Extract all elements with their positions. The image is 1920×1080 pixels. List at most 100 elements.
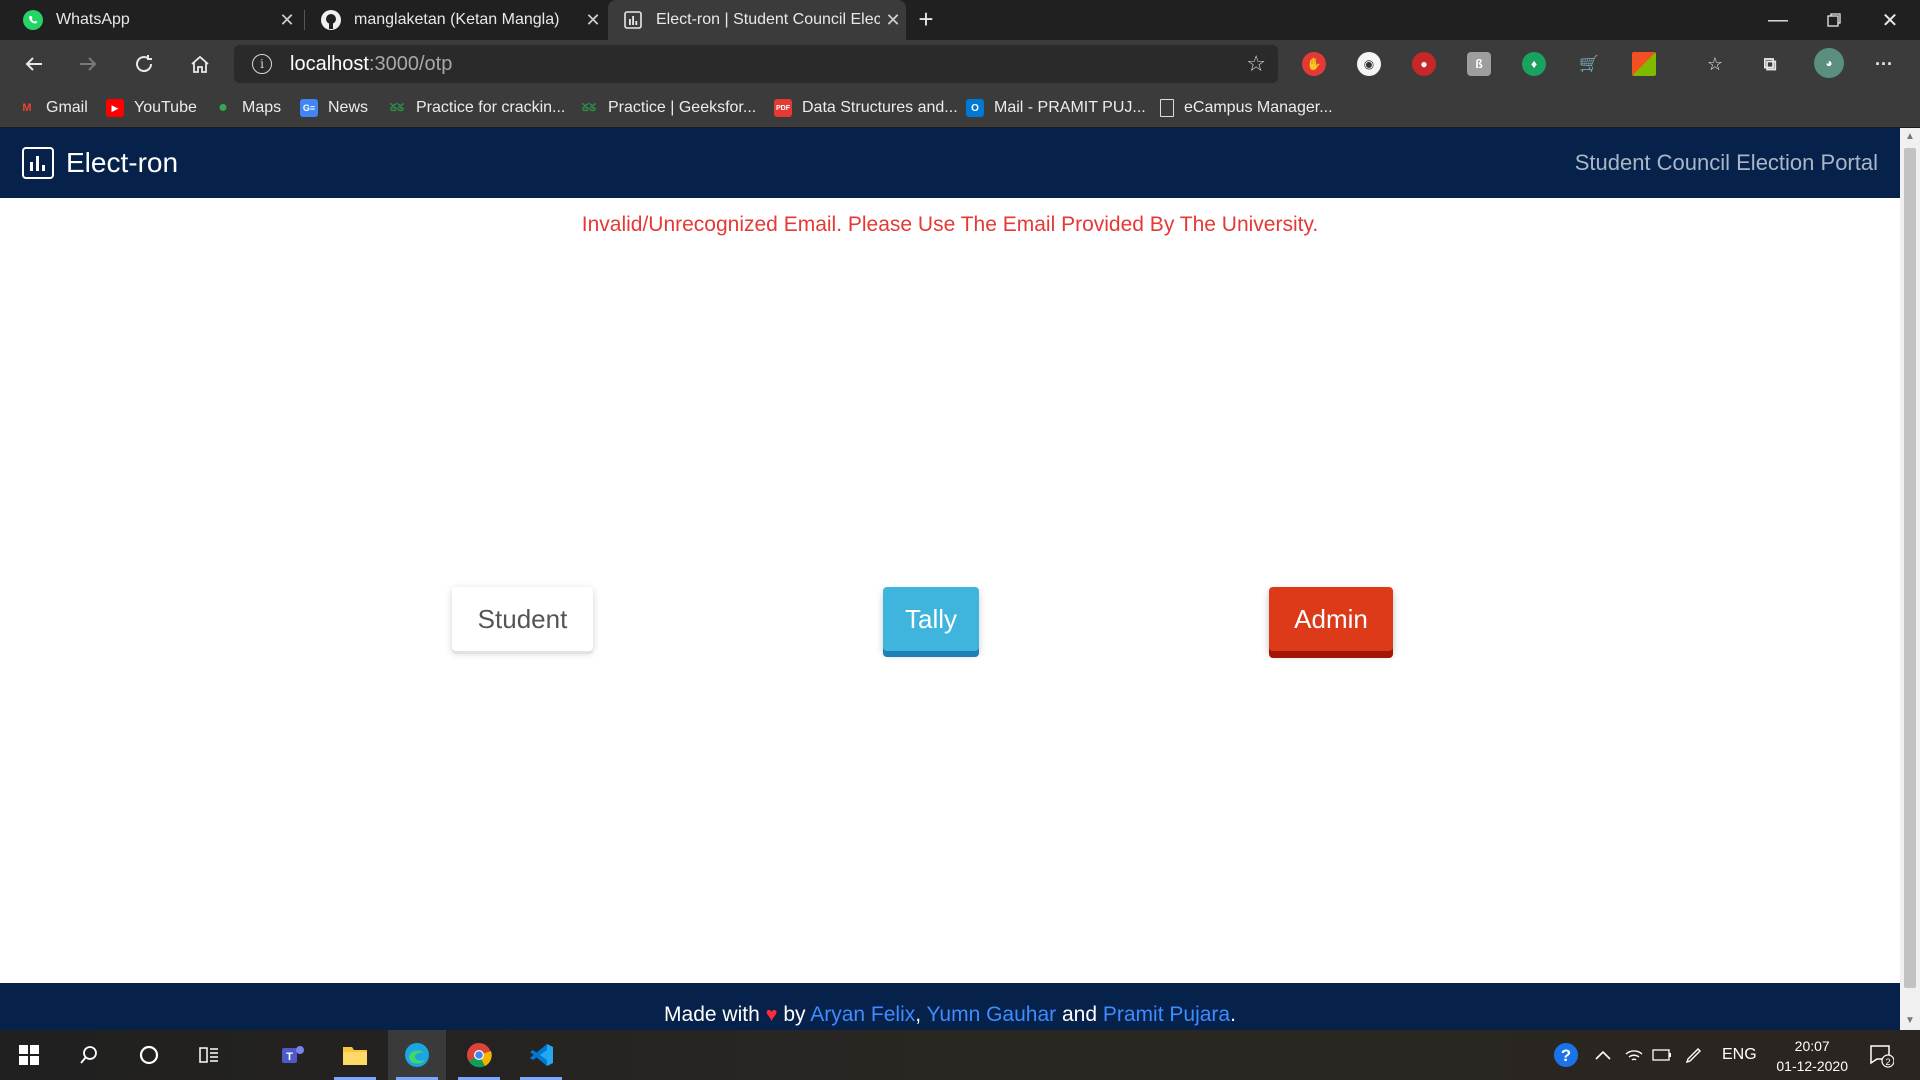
pdf-icon: PDF: [774, 99, 792, 117]
github-icon: [320, 9, 342, 31]
footer-comma: ,: [915, 1003, 922, 1026]
svg-text:?: ?: [1561, 1046, 1571, 1065]
extension-icon[interactable]: [1632, 52, 1656, 76]
close-tab-icon[interactable]: ✕: [274, 10, 300, 31]
outlook-icon: O: [966, 99, 984, 117]
scroll-down-icon[interactable]: ▼: [1900, 1012, 1920, 1030]
tally-button[interactable]: Tally: [883, 587, 979, 651]
news-icon: G≡: [300, 99, 318, 117]
language-indicator[interactable]: ENG: [1722, 1030, 1757, 1080]
cortana-icon[interactable]: [120, 1030, 178, 1080]
tab-github[interactable]: manglaketan (Ketan Mangla) ✕: [306, 0, 606, 40]
help-icon[interactable]: ?: [1552, 1030, 1580, 1080]
bookmark-youtube[interactable]: ▶ YouTube: [106, 96, 197, 120]
bookmark-label: News: [328, 99, 369, 116]
pen-icon[interactable]: [1684, 1030, 1704, 1080]
clock-date: 01-12-2020: [1776, 1058, 1848, 1074]
new-tab-icon[interactable]: +: [912, 4, 940, 36]
svg-text:T: T: [286, 1051, 293, 1063]
scroll-up-icon[interactable]: ▲: [1900, 128, 1920, 146]
tab-divider: [304, 10, 305, 30]
whatsapp-icon: [22, 9, 44, 31]
bookmark-gmail[interactable]: M Gmail: [18, 96, 88, 120]
tab-title: WhatsApp: [56, 11, 130, 28]
extension-icon[interactable]: ◉: [1357, 52, 1381, 76]
favorite-star-icon[interactable]: ☆: [1246, 51, 1266, 77]
bookmark-mail[interactable]: O Mail - PRAMIT PUJ...: [966, 96, 1146, 120]
close-tab-icon[interactable]: ✕: [880, 10, 906, 31]
restore-icon[interactable]: [1806, 0, 1862, 40]
edge-icon[interactable]: [388, 1030, 446, 1080]
adblock-extension-icon[interactable]: ✋: [1302, 52, 1326, 76]
close-tab-icon[interactable]: ✕: [580, 10, 606, 31]
tab-title: Elect-ron | Student Council Electi: [656, 11, 880, 28]
vscode-icon[interactable]: [512, 1030, 570, 1080]
author-link-aryan[interactable]: Aryan Felix: [810, 1003, 915, 1026]
cart-icon[interactable]: 🛒: [1577, 52, 1601, 76]
bookmark-label: Data Structures and...: [802, 99, 958, 116]
teams-icon[interactable]: T: [264, 1030, 322, 1080]
url-path: :3000/otp: [368, 52, 453, 75]
chrome-icon[interactable]: [450, 1030, 508, 1080]
bookmark-label: Practice | Geeksfor...: [608, 99, 757, 116]
bookmark-label: Maps: [242, 99, 282, 116]
page-footer: Made with ♥ by Aryan Felix, Yumn Gauhar …: [0, 983, 1900, 1030]
youtube-icon: ▶: [106, 99, 124, 117]
gfg-icon: ᘜᘜ: [581, 101, 597, 114]
windows-taskbar: T ? ENG 20:07 01-12-2020 2: [0, 1030, 1920, 1080]
collections-icon[interactable]: ⧉: [1758, 52, 1782, 76]
refresh-icon[interactable]: [126, 48, 162, 80]
page-icon: [1160, 99, 1174, 117]
show-hidden-icons-icon[interactable]: [1594, 1030, 1612, 1080]
bookmark-data-structures[interactable]: PDF Data Structures and...: [774, 96, 958, 120]
bookmark-label: Gmail: [46, 99, 88, 116]
brand-name: Elect-ron: [66, 147, 179, 178]
windows-start-icon[interactable]: [0, 1030, 58, 1080]
bar-chart-icon: [22, 147, 54, 179]
task-view-icon[interactable]: [180, 1030, 238, 1080]
favorites-icon[interactable]: ☆: [1703, 52, 1727, 76]
page-scrollbar[interactable]: ▲ ▼: [1900, 128, 1920, 1030]
profile-avatar[interactable]: ◕: [1814, 48, 1844, 78]
tab-electron[interactable]: Elect-ron | Student Council Electi ✕: [608, 0, 906, 40]
bookmark-label: Practice for crackin...: [416, 99, 566, 116]
browser-toolbar: i localhost :3000/otp ☆ ✋ ◉ ● ß ♦ 🛒 ☆ ⧉ …: [0, 40, 1920, 88]
gmail-icon: M: [22, 102, 32, 114]
bookmark-gfg-1[interactable]: ᘜᘜ Practice for crackin...: [388, 96, 566, 120]
footer-period: .: [1230, 1003, 1236, 1026]
forward-icon[interactable]: [70, 48, 106, 80]
author-link-yumn[interactable]: Yumn Gauhar: [927, 1003, 1057, 1026]
portal-title: Student Council Election Portal: [1574, 150, 1878, 175]
battery-icon[interactable]: [1652, 1030, 1672, 1080]
error-message: Invalid/Unrecognized Email. Please Use T…: [581, 213, 1319, 236]
back-icon[interactable]: [16, 48, 52, 80]
browser-tab-strip: WhatsApp ✕ manglaketan (Ketan Mangla) ✕ …: [0, 0, 1920, 40]
extension-icon[interactable]: ●: [1412, 52, 1436, 76]
tab-whatsapp[interactable]: WhatsApp ✕: [0, 0, 300, 40]
more-menu-icon[interactable]: ···: [1872, 52, 1896, 76]
home-icon[interactable]: [182, 48, 218, 80]
close-window-icon[interactable]: ✕: [1862, 0, 1918, 40]
bookmark-gfg-2[interactable]: ᘜᘜ Practice | Geeksfor...: [580, 96, 756, 120]
notification-count: 2: [1885, 1057, 1890, 1067]
wifi-icon[interactable]: [1624, 1030, 1644, 1080]
clock[interactable]: 20:07 01-12-2020: [1776, 1036, 1848, 1076]
search-icon[interactable]: [60, 1030, 118, 1080]
file-explorer-icon[interactable]: [326, 1030, 384, 1080]
address-bar[interactable]: i localhost :3000/otp ☆: [234, 45, 1278, 83]
bookmark-ecampus[interactable]: eCampus Manager...: [1160, 96, 1333, 120]
bookmark-label: eCampus Manager...: [1184, 99, 1333, 116]
author-link-pramit[interactable]: Pramit Pujara: [1103, 1003, 1230, 1026]
bookmark-news[interactable]: G≡ News: [300, 96, 368, 120]
brand-link[interactable]: Elect-ron: [22, 147, 178, 179]
extension-icon[interactable]: ß: [1467, 52, 1491, 76]
bookmark-maps[interactable]: ● Maps: [214, 96, 281, 120]
maps-icon: ●: [218, 99, 228, 116]
admin-button[interactable]: Admin: [1269, 587, 1393, 651]
site-info-icon[interactable]: i: [252, 54, 272, 74]
notifications-icon[interactable]: 2: [1868, 1030, 1894, 1080]
minimize-icon[interactable]: —: [1750, 0, 1806, 40]
scroll-thumb[interactable]: [1904, 148, 1916, 988]
student-button[interactable]: Student: [452, 587, 593, 651]
extension-icon[interactable]: ♦: [1522, 52, 1546, 76]
